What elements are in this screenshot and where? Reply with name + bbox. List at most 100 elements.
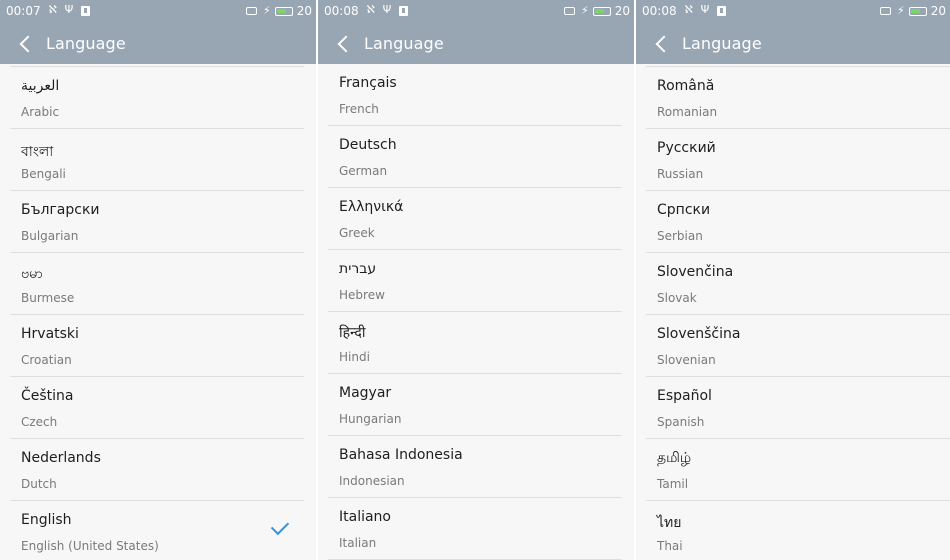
language-item[interactable]: Slovenščina Slovenian [646, 315, 950, 377]
title-bar: Language [636, 22, 950, 64]
battery-level: 20 [296, 4, 312, 18]
charging-icon: ⚡ [262, 4, 271, 17]
title-bar: Language [318, 22, 634, 64]
language-native-name: ဗမာ [21, 266, 43, 282]
checkmark-icon [270, 516, 290, 536]
language-english-name: Bulgarian [21, 229, 79, 243]
language-native-name: Italiano [339, 509, 391, 525]
language-panel-1: 00:07 ⚡ 20 Language العربية Arabic বাংলা B… [0, 0, 316, 560]
language-list: Français French Deutsch German Ελληνικά Gre… [328, 64, 622, 560]
language-native-name: Magyar [339, 385, 392, 401]
language-english-name: Hebrew [339, 288, 385, 302]
language-english-name: Arabic [21, 105, 60, 119]
language-native-name: Bahasa Indonesia [339, 447, 463, 463]
page-title: Language [682, 34, 762, 53]
language-native-name: English [21, 512, 72, 528]
language-item[interactable]: العربية Arabic [10, 66, 304, 129]
language-list: Română Romanian Русский Russian Српски Serb… [646, 66, 950, 560]
language-native-name: Slovenščina [657, 326, 741, 342]
language-english-name: Burmese [21, 291, 75, 305]
language-english-name: Croatian [21, 353, 72, 367]
language-item[interactable]: தமிழ் Tamil [646, 439, 950, 501]
language-item[interactable]: Ελληνικά Greek [328, 188, 622, 250]
language-english-name: Indonesian [339, 474, 405, 488]
language-item[interactable]: Français French [328, 64, 622, 126]
back-arrow-icon[interactable] [18, 34, 34, 52]
language-item[interactable]: Русский Russian [646, 129, 950, 191]
language-item[interactable]: Italiano Italian [328, 498, 622, 560]
usb-icon [65, 3, 75, 16]
battery-icon [908, 6, 927, 16]
language-panel-3: 00:08 ⚡ 20 Language Română Romanian Русск… [636, 0, 950, 560]
language-native-name: Français [339, 75, 397, 91]
language-item[interactable]: Čeština Czech [10, 377, 304, 439]
language-item[interactable]: Български Bulgarian [10, 191, 304, 253]
charging-icon: ⚡ [580, 4, 589, 17]
status-time: 00:08 [324, 4, 359, 18]
language-native-name: Español [657, 388, 712, 404]
language-native-name: Српски [657, 202, 711, 218]
page-title: Language [46, 34, 126, 53]
language-native-name: বাংলা [21, 144, 54, 160]
language-native-name: Deutsch [339, 137, 397, 153]
language-english-name: Slovenian [657, 353, 716, 367]
language-english-name: Russian [657, 167, 704, 181]
language-item[interactable]: Hrvatski Croatian [10, 315, 304, 377]
page-title: Language [364, 34, 444, 53]
language-native-name: ไทย [657, 515, 682, 531]
language-native-name: Ελληνικά [339, 199, 404, 215]
language-item[interactable]: Magyar Hungarian [328, 374, 622, 436]
screen-icon [879, 7, 891, 15]
language-item-selected[interactable]: English English (United States) [10, 501, 304, 560]
notification-icon [398, 6, 408, 16]
language-item[interactable]: ไทย Thai [646, 501, 950, 560]
battery-icon [274, 6, 293, 16]
language-english-name: Hungarian [339, 412, 402, 426]
language-native-name: தமிழ் [657, 450, 692, 466]
language-english-name: Serbian [657, 229, 703, 243]
language-item[interactable]: Српски Serbian [646, 191, 950, 253]
language-item[interactable]: עברית Hebrew [328, 250, 622, 312]
language-english-name: Italian [339, 536, 377, 550]
back-arrow-icon[interactable] [654, 34, 670, 52]
status-time: 00:08 [642, 4, 677, 18]
language-native-name: Hrvatski [21, 326, 79, 342]
language-panel-2: 00:08 ⚡ 20 Language Français French Deuts… [318, 0, 634, 560]
language-native-name: العربية [21, 78, 60, 94]
language-native-name: Български [21, 202, 100, 218]
usb-share-icon [367, 3, 377, 16]
language-english-name: Romanian [657, 105, 718, 119]
status-time: 00:07 [6, 4, 41, 18]
battery-icon [592, 6, 611, 16]
language-item[interactable]: Español Spanish [646, 377, 950, 439]
language-item[interactable]: Română Romanian [646, 66, 950, 129]
battery-level: 20 [614, 4, 630, 18]
back-arrow-icon[interactable] [336, 34, 352, 52]
language-english-name: French [339, 102, 379, 116]
language-item[interactable]: Bahasa Indonesia Indonesian [328, 436, 622, 498]
language-item[interactable]: Nederlands Dutch [10, 439, 304, 501]
usb-share-icon [685, 3, 695, 16]
language-english-name: Dutch [21, 477, 57, 491]
language-item[interactable]: हिन्दी Hindi [328, 312, 622, 374]
language-list: العربية Arabic বাংলা Bengali Български Bulg… [10, 66, 304, 560]
language-english-name: Spanish [657, 415, 705, 429]
charging-icon: ⚡ [896, 4, 905, 17]
language-english-name: Czech [21, 415, 58, 429]
language-native-name: Nederlands [21, 450, 101, 466]
language-english-name: Tamil [657, 477, 689, 491]
status-bar: 00:08 ⚡ 20 [636, 0, 950, 22]
language-native-name: Čeština [21, 388, 74, 404]
language-item[interactable]: Slovenčina Slovak [646, 253, 950, 315]
language-english-name: German [339, 164, 388, 178]
language-item[interactable]: Deutsch German [328, 126, 622, 188]
language-english-name: Thai [657, 539, 683, 553]
notification-icon [716, 6, 726, 16]
usb-icon [701, 3, 711, 16]
status-bar: 00:08 ⚡ 20 [318, 0, 634, 22]
language-english-name: English (United States) [21, 539, 159, 553]
language-item[interactable]: বাংলা Bengali [10, 129, 304, 191]
screen-icon [563, 7, 575, 15]
language-item[interactable]: ဗမာ Burmese [10, 253, 304, 315]
language-english-name: Hindi [339, 350, 370, 364]
